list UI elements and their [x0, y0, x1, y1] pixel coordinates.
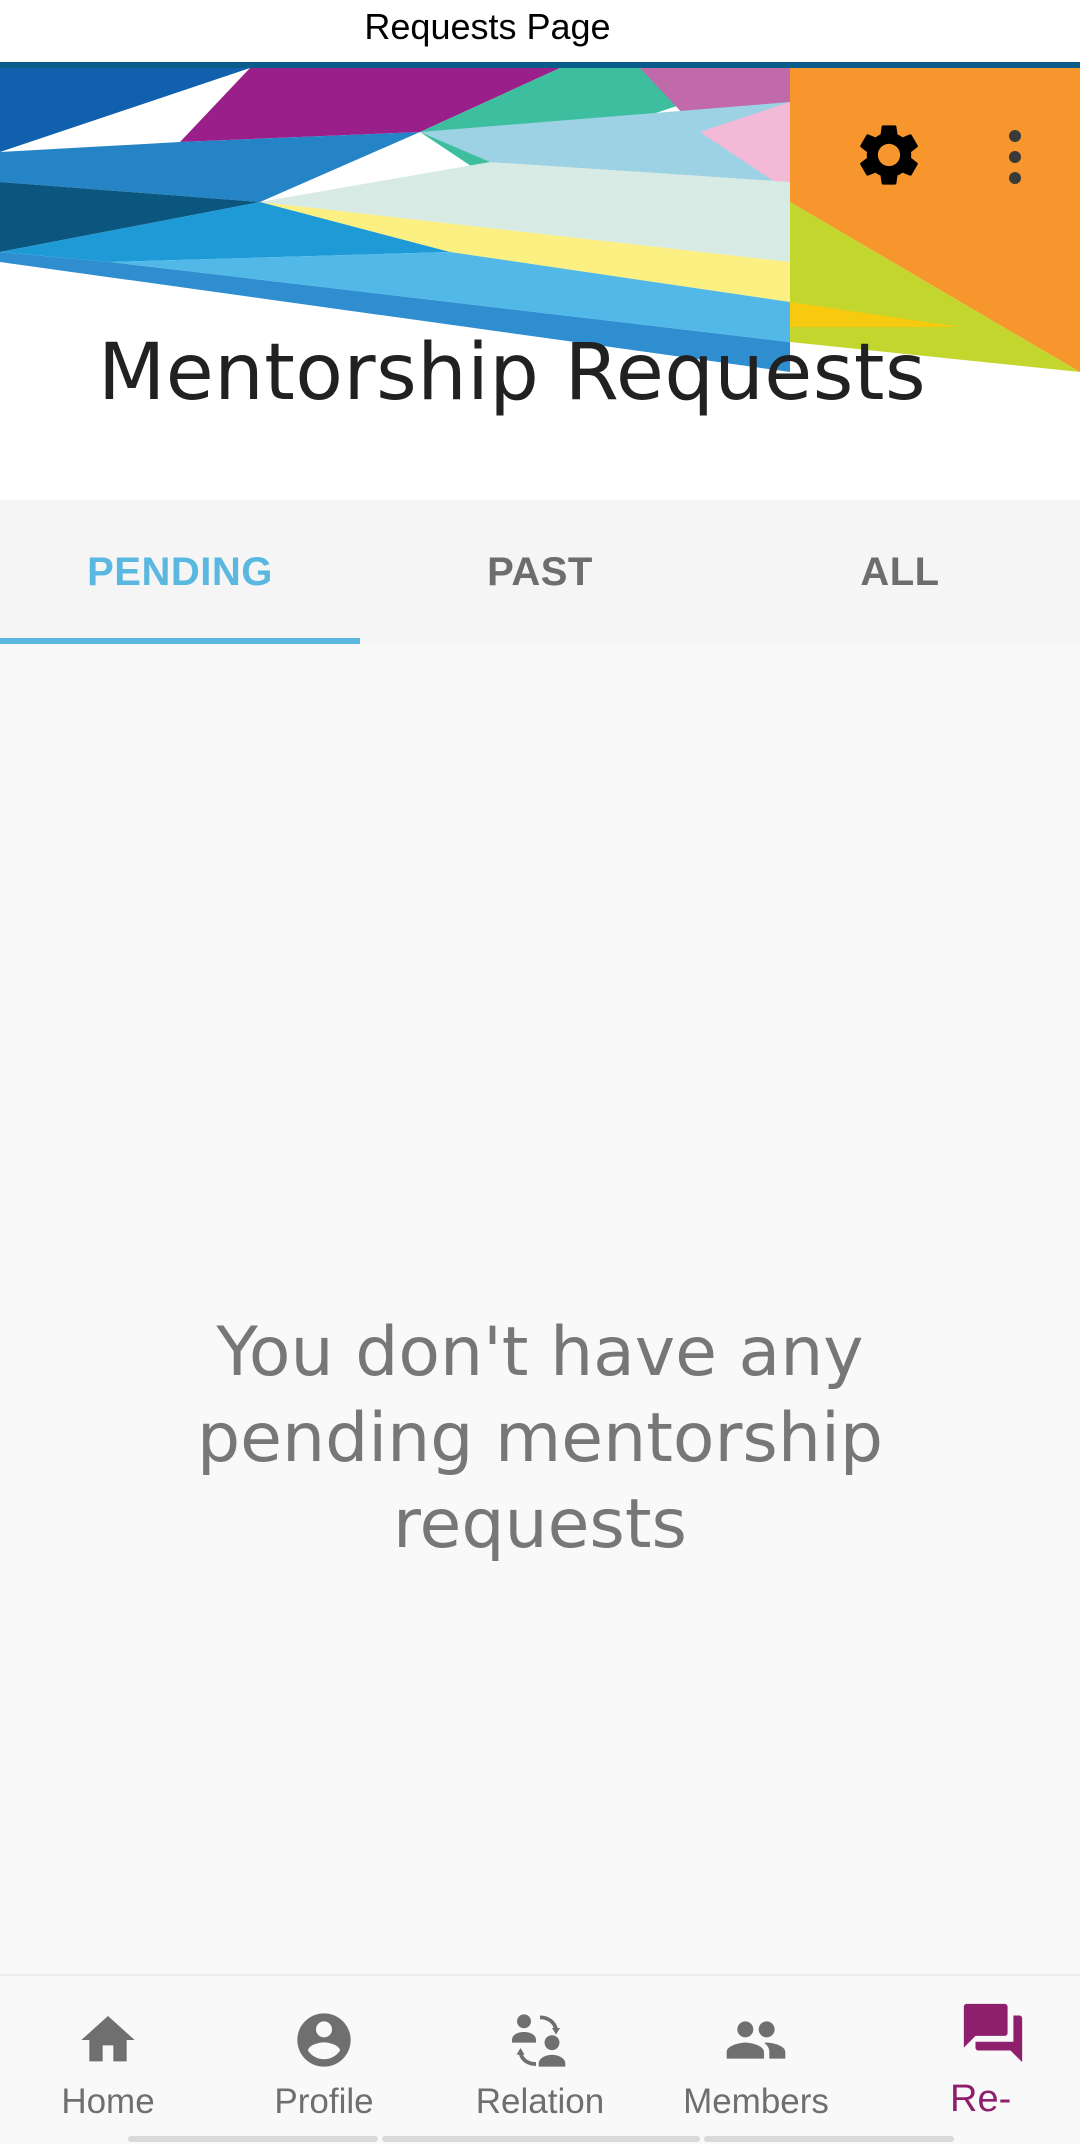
nav-item-home[interactable]: Home	[0, 1976, 216, 2144]
nav-item-requests[interactable]: Re-	[864, 1976, 1080, 2144]
nav-label-relation: Relation	[475, 2082, 605, 2121]
gesture-bar-segment	[382, 2136, 700, 2142]
tab-past[interactable]: PAST	[360, 500, 720, 644]
nav-item-profile[interactable]: Profile	[216, 1976, 432, 2144]
app-header: Mentorship Requests	[0, 62, 1080, 500]
nav-label-profile: Profile	[274, 2082, 374, 2121]
nav-label-home: Home	[61, 2082, 155, 2121]
gesture-bar-segment	[704, 2136, 954, 2142]
page-title: Mentorship Requests	[98, 328, 927, 418]
nav-label-members: Members	[683, 2082, 829, 2121]
nav-item-relation[interactable]: Relation	[432, 1976, 648, 2144]
window-title-bar: Requests Page	[0, 0, 1080, 62]
requests-icon	[963, 2003, 1023, 2063]
gesture-bar-segment	[128, 2136, 378, 2142]
request-tabs: PENDING PAST ALL	[0, 500, 1080, 644]
home-icon	[81, 2016, 135, 2062]
nav-label-requests: Re-	[950, 2078, 1012, 2120]
empty-state-message: You don't have any pending mentorship re…	[196, 1313, 883, 1564]
bottom-navigation: Home Profile Relation Members Re-	[0, 1974, 1080, 2144]
more-options-button[interactable]	[990, 122, 1040, 192]
members-icon	[726, 2021, 786, 2059]
tab-all[interactable]: ALL	[720, 500, 1080, 644]
tab-pending[interactable]: PENDING	[0, 500, 360, 644]
more-vertical-icon	[1009, 130, 1021, 184]
gear-icon	[860, 125, 918, 185]
window-title: Requests Page	[364, 6, 611, 47]
profile-icon	[297, 2013, 351, 2067]
settings-button[interactable]	[852, 118, 926, 192]
relation-icon	[512, 2014, 566, 2067]
nav-item-members[interactable]: Members	[648, 1976, 864, 2144]
